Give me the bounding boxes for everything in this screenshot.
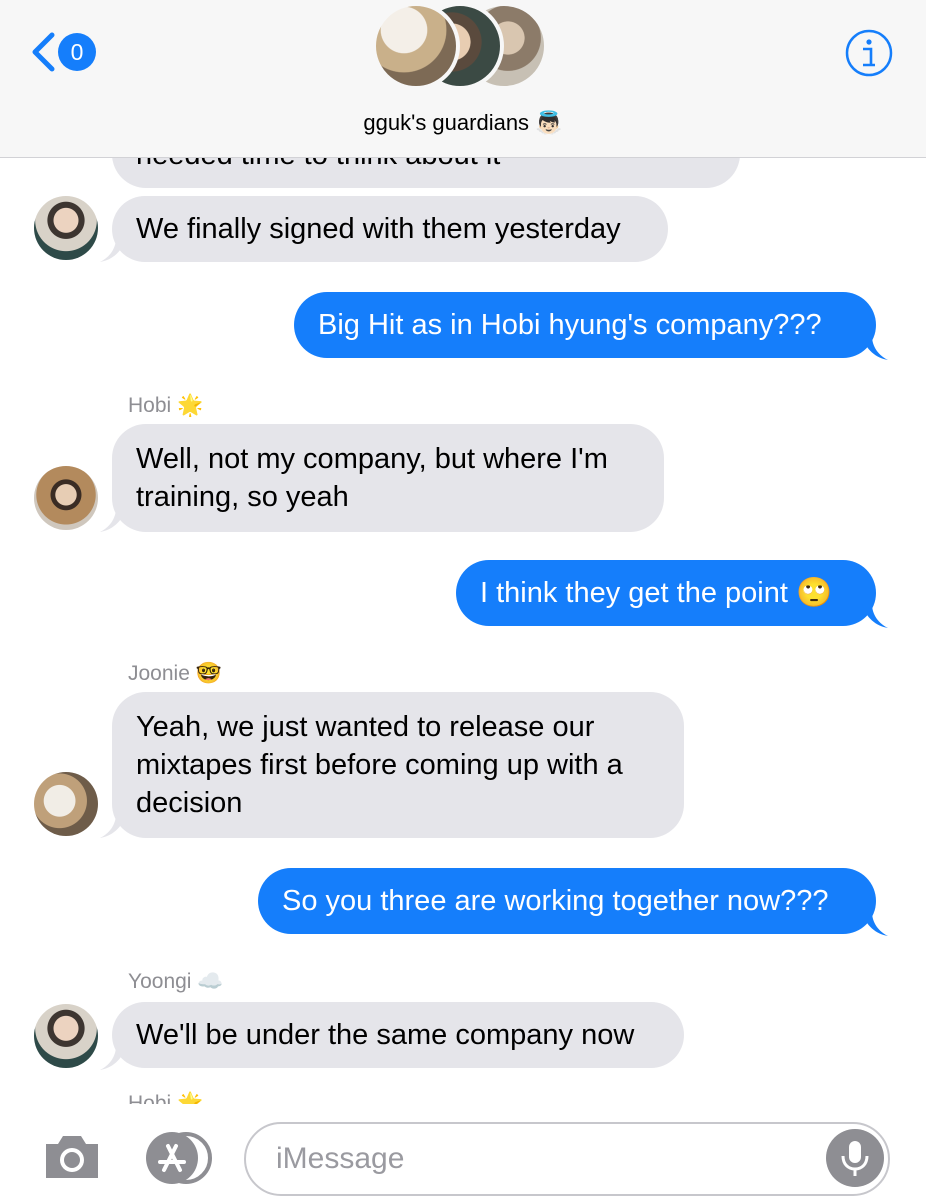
sender-name: Joonie 🤓 (128, 662, 222, 686)
message-text: We'll be under the same company now (136, 1019, 635, 1051)
message-bubble-incoming[interactable]: We finally signed with them yesterday (112, 196, 668, 262)
message-input-field[interactable] (244, 1122, 890, 1196)
sender-name-text: Joonie (128, 662, 190, 685)
sender-name: Hobi 🌟 (128, 394, 203, 418)
group-avatar-stack[interactable] (372, 2, 552, 90)
message-text: Yeah, we just wanted to release our mixt… (136, 711, 623, 819)
bubble-tail (862, 336, 888, 360)
sender-name: Hobi 🌟 (128, 1092, 204, 1104)
conversation-header: 0 gguk's guardians 👼🏻 (0, 0, 926, 158)
avatar[interactable] (34, 196, 98, 260)
app-store-icon[interactable] (142, 1132, 214, 1184)
message-bubble-outgoing[interactable]: So you three are working together now??? (258, 868, 876, 934)
sender-name-text: Hobi (128, 394, 172, 417)
info-icon[interactable] (844, 28, 894, 78)
microphone-icon[interactable] (826, 1129, 884, 1187)
bubble-tail (862, 604, 888, 628)
avatar[interactable] (34, 466, 98, 530)
sender-emoji: 🌟 (177, 394, 204, 417)
sender-name: Yoongi ☁️ (128, 970, 223, 994)
avatar[interactable] (34, 772, 98, 836)
message-bubble-incoming[interactable]: needed time to think about it (112, 158, 740, 188)
group-name[interactable]: gguk's guardians 👼🏻 (0, 110, 926, 136)
sender-name-text: Yoongi (128, 970, 192, 993)
message-bubble-incoming[interactable]: We'll be under the same company now (112, 1002, 684, 1068)
chevron-left-icon (32, 32, 55, 72)
sender-emoji: 🤓 (195, 662, 222, 685)
bubble-tail (862, 912, 888, 936)
group-name-emoji: 👼🏻 (535, 110, 563, 135)
message-bubble-incoming[interactable]: Yeah, we just wanted to release our mixt… (112, 692, 684, 838)
camera-icon[interactable] (42, 1130, 102, 1182)
message-thread[interactable]: needed time to think about it We finally… (0, 158, 926, 1104)
message-text: We finally signed with them yesterday (136, 213, 621, 245)
unread-count-badge: 0 (58, 33, 96, 71)
sender-emoji: ☁️ (197, 970, 224, 993)
message-text: needed time to think about it (136, 158, 500, 174)
avatar (372, 2, 460, 90)
back-button[interactable]: 0 (30, 26, 96, 78)
avatar[interactable] (34, 1004, 98, 1068)
message-text: I think they get the point 🙄 (480, 577, 833, 609)
message-bubble-incoming[interactable]: Well, not my company, but where I'm trai… (112, 424, 664, 532)
message-input[interactable] (276, 1124, 816, 1194)
message-bubble-outgoing[interactable]: Big Hit as in Hobi hyung's company??? (294, 292, 876, 358)
message-text: Big Hit as in Hobi hyung's company??? (318, 309, 822, 341)
message-bubble-outgoing[interactable]: I think they get the point 🙄 (456, 560, 876, 626)
message-text: Well, not my company, but where I'm trai… (136, 443, 608, 513)
group-name-text: gguk's guardians (363, 110, 530, 135)
message-text: So you three are working together now??? (282, 885, 829, 917)
